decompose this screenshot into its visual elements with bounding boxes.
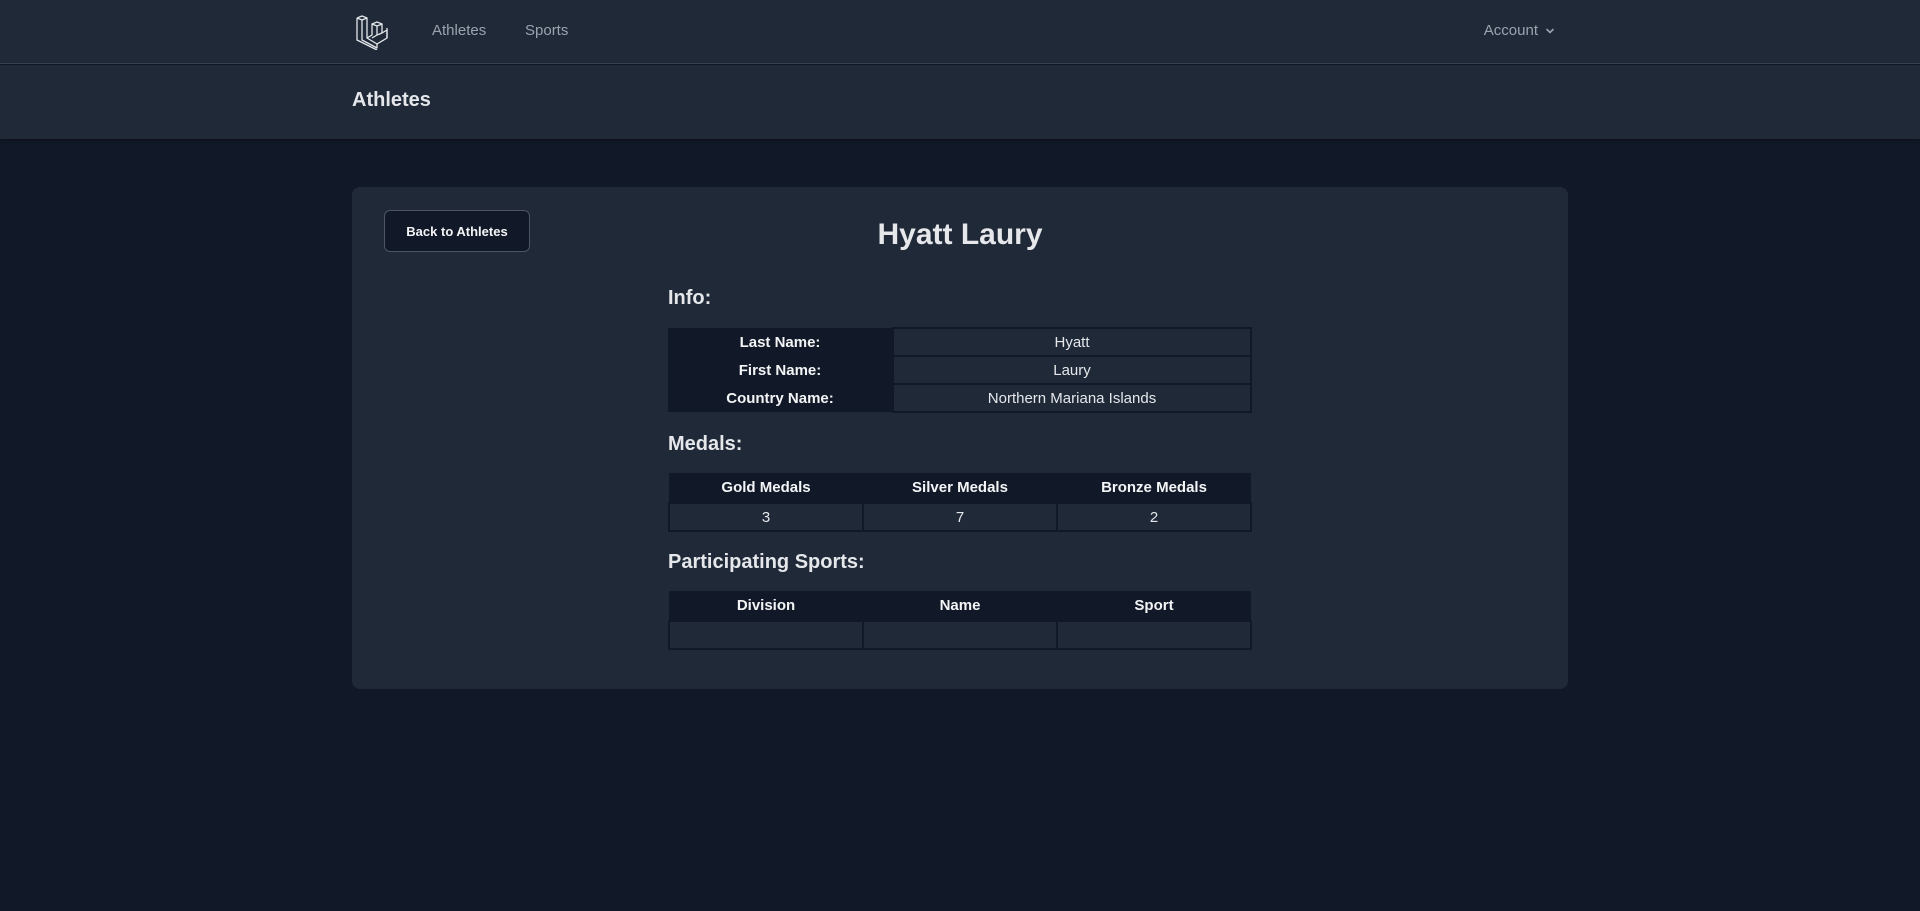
info-label-country: Country Name: — [668, 384, 893, 412]
sport-division-cell — [668, 620, 864, 650]
laravel-logo-icon[interactable] — [354, 14, 390, 50]
chevron-down-icon — [1546, 28, 1554, 33]
participating-sports-heading: Participating Sports: — [668, 551, 865, 573]
info-label-first-name: First Name: — [668, 356, 893, 384]
page-header: Athletes — [0, 65, 1920, 139]
top-navbar: Athletes Sports Account — [0, 0, 1920, 64]
table-row: 3 7 2 — [668, 502, 1252, 532]
info-heading: Info: — [668, 287, 712, 309]
athlete-name: Hyatt Laury — [877, 218, 1043, 251]
nav-link-sports[interactable]: Sports — [525, 22, 568, 39]
silver-medal-count: 7 — [862, 502, 1058, 532]
column-header-name: Name — [863, 591, 1057, 621]
info-value-first-name: Laury — [892, 355, 1252, 385]
account-dropdown[interactable]: Account — [1484, 22, 1556, 39]
column-header-bronze: Bronze Medals — [1057, 473, 1251, 503]
table-row — [668, 620, 1252, 650]
table-row: Country Name: Northern Mariana Islands — [668, 383, 1252, 413]
column-header-gold: Gold Medals — [669, 473, 863, 503]
info-label-last-name: Last Name: — [668, 328, 893, 356]
navbar-inner: Athletes Sports Account — [352, 0, 1568, 64]
table-row: First Name: Laury — [668, 355, 1252, 385]
column-header-division: Division — [669, 591, 863, 621]
account-label: Account — [1483, 22, 1538, 39]
medals-table: Gold Medals Silver Medals Bronze Medals … — [668, 473, 1252, 532]
page-title: Athletes — [352, 89, 431, 111]
table-header-row: Division Name Sport — [669, 591, 1251, 621]
info-value-last-name: Hyatt — [892, 327, 1252, 357]
info-value-country: Northern Mariana Islands — [892, 383, 1252, 413]
participating-sports-table: Division Name Sport — [668, 591, 1252, 650]
bronze-medal-count: 2 — [1056, 502, 1252, 532]
table-header-row: Gold Medals Silver Medals Bronze Medals — [669, 473, 1251, 503]
column-header-silver: Silver Medals — [863, 473, 1057, 503]
nav-link-athletes[interactable]: Athletes — [432, 22, 486, 39]
medals-heading: Medals: — [668, 433, 743, 455]
sport-sport-cell — [1056, 620, 1252, 650]
gold-medal-count: 3 — [668, 502, 864, 532]
athlete-detail-card: Back to Athletes Hyatt Laury Info: Last … — [352, 187, 1568, 689]
column-header-sport: Sport — [1057, 591, 1251, 621]
table-row: Last Name: Hyatt — [668, 327, 1252, 357]
sport-name-cell — [862, 620, 1058, 650]
info-table: Last Name: Hyatt First Name: Laury Count… — [668, 327, 1252, 413]
